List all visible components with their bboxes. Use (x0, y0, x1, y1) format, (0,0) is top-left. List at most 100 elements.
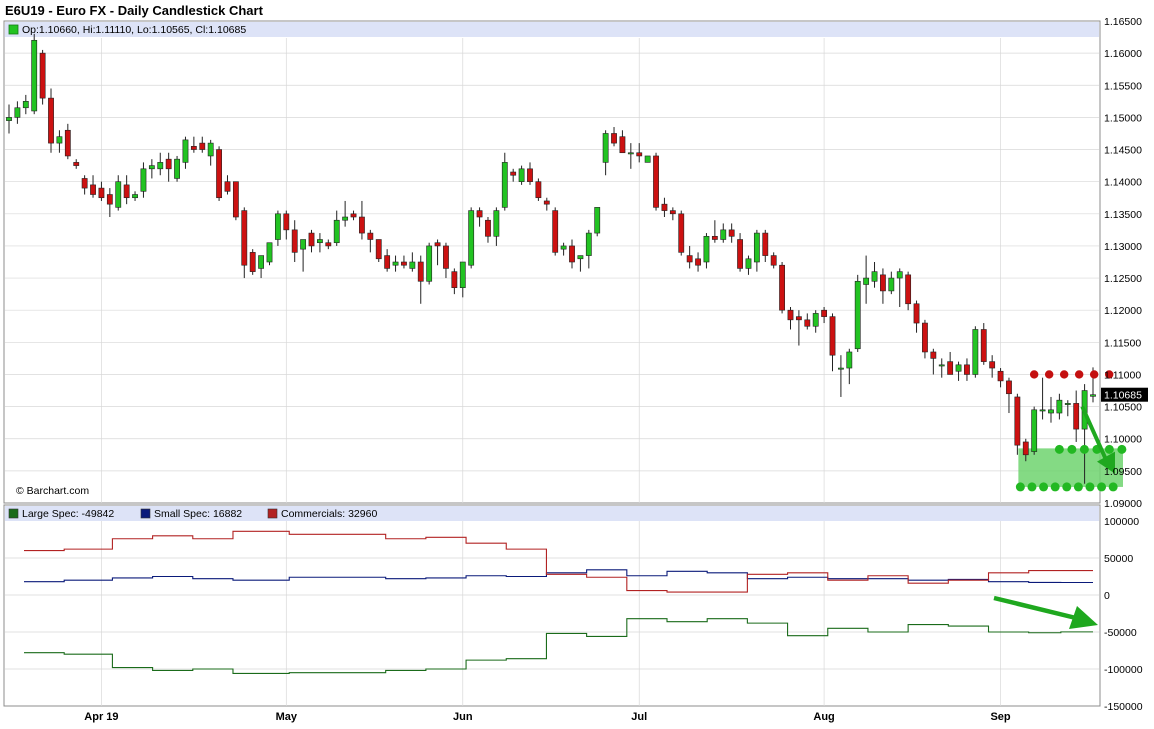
price-tick-label: 1.12000 (1104, 305, 1142, 317)
month-label: May (276, 711, 298, 723)
candle-down (686, 255, 693, 263)
candle-down (510, 171, 517, 176)
candle-up (585, 232, 592, 256)
candle-down (711, 235, 718, 240)
candle-up (274, 213, 281, 240)
copyright-notice: © Barchart.com (16, 485, 89, 497)
cot-legend-swatch (140, 508, 151, 519)
resistance-dot (1029, 370, 1039, 379)
candle-up (468, 210, 475, 266)
candle-down (224, 181, 231, 192)
candle-up (207, 142, 214, 157)
candle-down (308, 232, 315, 247)
candle-down (249, 252, 256, 272)
price-tick-label: 1.10000 (1104, 434, 1142, 446)
candle-down (661, 203, 668, 211)
cot-tick-label: 0 (1104, 590, 1110, 602)
candle-down (552, 210, 559, 253)
ohlc-legend-swatch (8, 24, 19, 35)
candle-up (333, 219, 340, 244)
candle-down (434, 242, 441, 247)
cot-legend: Large Spec: -49842 Small Spec: 16882 Comme… (8, 508, 377, 520)
candle-down (451, 271, 458, 289)
price-tick-label: 1.10500 (1104, 402, 1142, 414)
candle-up (938, 364, 945, 367)
candle-up (22, 101, 29, 109)
candle-up (258, 255, 264, 269)
support-dot-lower (1108, 482, 1118, 492)
candle-down (232, 181, 239, 218)
candle-down (905, 274, 912, 305)
support-dot-lower (1097, 482, 1107, 492)
candlestick-chart: E6U19 - Euro FX - Daily Candlestick Char… (3, 3, 1148, 723)
candle-up (745, 258, 752, 269)
cot-panel: Large Spec: -49842 Small Spec: 16882 Comme… (3, 504, 1143, 713)
candle-up (896, 271, 903, 279)
candle-down (829, 316, 836, 356)
candle-down (770, 255, 777, 266)
candle-down (81, 178, 88, 189)
cot-legend-label: Large Spec: -49842 (22, 508, 114, 520)
candle-down (535, 181, 542, 199)
candle-up (300, 239, 307, 250)
candle-down (1022, 441, 1029, 456)
candle-down (762, 232, 769, 256)
candle-up (493, 210, 500, 237)
candle-up (720, 229, 727, 240)
month-label: Jul (631, 711, 647, 723)
candle-up (459, 261, 466, 289)
candle-down (291, 229, 298, 253)
resistance-dot (1059, 370, 1069, 379)
candle-up (132, 194, 138, 199)
candle-down (367, 232, 374, 240)
candle-down (737, 239, 743, 269)
candle-down (199, 142, 206, 150)
candle-down (527, 168, 533, 182)
candle-down (190, 146, 197, 150)
candle-down (90, 184, 96, 195)
candle-up (1048, 409, 1054, 414)
support-dot-lower (1015, 482, 1025, 492)
candle-down (325, 242, 332, 247)
cot-tick-label: -100000 (1104, 664, 1143, 676)
candle-down (359, 216, 365, 234)
candle-down (695, 258, 701, 266)
candle-down (669, 210, 676, 215)
candle-up (863, 277, 870, 285)
candle-up (1031, 409, 1038, 452)
candle-up (753, 232, 760, 263)
support-dot-upper (1067, 444, 1077, 454)
candle-up (14, 107, 21, 118)
candle-up (1039, 409, 1046, 412)
price-tick-label: 1.13000 (1104, 241, 1142, 253)
cot-axis: 100000 50000 0 -50000 -100000 -150000 (1104, 516, 1143, 713)
candle-down (283, 213, 290, 231)
resistance-dot (1074, 370, 1084, 379)
candle-down (569, 245, 575, 263)
month-label: Apr 19 (84, 711, 118, 723)
candle-up (426, 245, 433, 282)
candle-up (140, 168, 147, 192)
candle-down (922, 322, 928, 353)
month-label: Aug (813, 711, 834, 723)
candle-up (888, 277, 895, 292)
candle-down (165, 158, 172, 170)
candle-up (854, 280, 861, 350)
month-label: Jun (453, 711, 473, 723)
price-tick-label: 1.11500 (1104, 337, 1141, 349)
price-tick-label: 1.12500 (1104, 273, 1142, 285)
price-tick-label: 1.16500 (1104, 16, 1142, 28)
candle-down (779, 264, 785, 311)
candle-up (56, 136, 63, 144)
candle-up (342, 216, 349, 221)
cot-legend-label: Small Spec: 16882 (154, 508, 242, 520)
candle-up (838, 367, 844, 370)
candle-up (1064, 403, 1071, 405)
support-dot-lower (1027, 482, 1037, 492)
candle-down (476, 210, 483, 218)
candle-down (106, 194, 113, 205)
candle-down (216, 149, 222, 199)
cot-legend-swatch (8, 508, 19, 519)
cot-tick-label: -150000 (1104, 701, 1143, 713)
price-tick-label: 1.16000 (1104, 48, 1142, 60)
